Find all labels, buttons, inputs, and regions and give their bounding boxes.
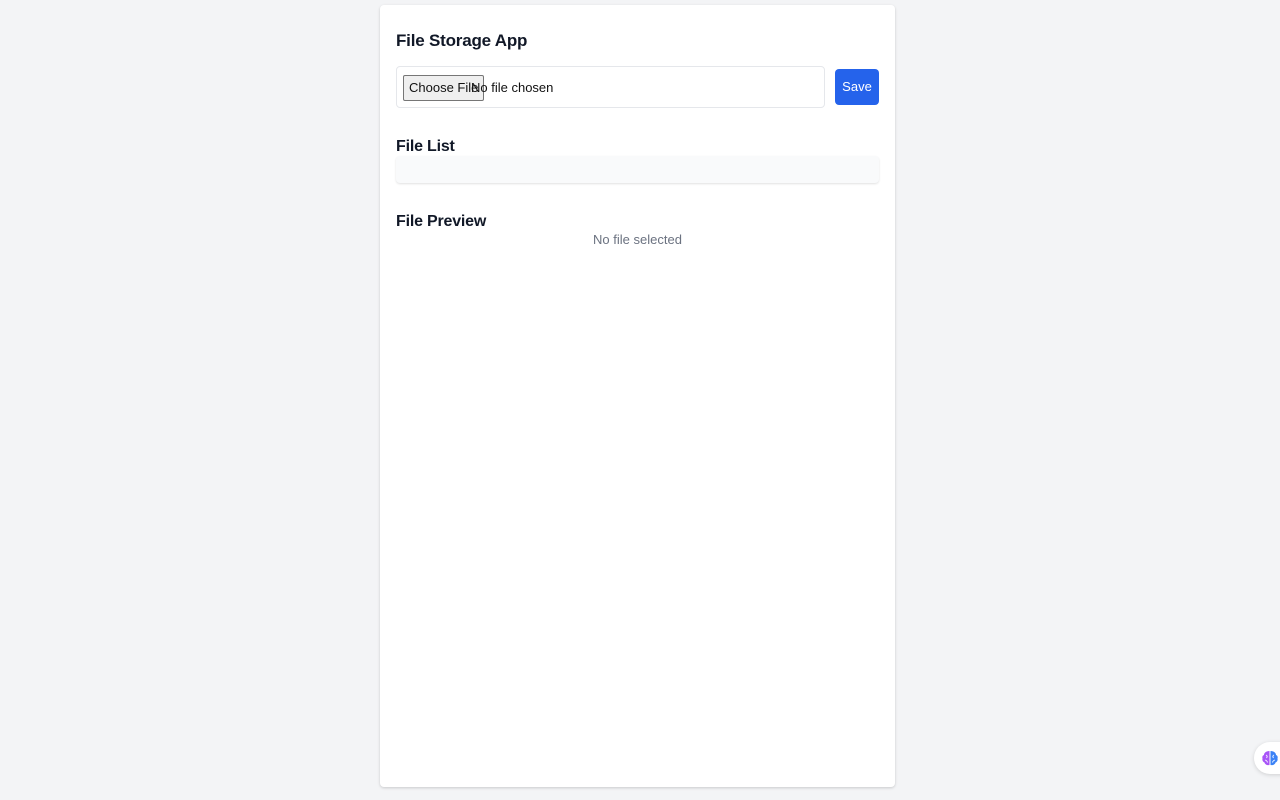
save-button[interactable]: Save [835,69,879,105]
file-status-text: No file chosen [471,80,554,95]
upload-row: Choose File No file chosen Save [396,66,879,108]
brain-icon [1262,751,1278,766]
app-title: File Storage App [396,31,528,50]
app-card: File Storage App Choose File No file cho… [380,5,895,787]
file-list [396,156,879,183]
preview-empty-text: No file selected [593,232,682,247]
file-preview-heading: File Preview [396,213,487,230]
file-input[interactable]: Choose File No file chosen [396,66,825,108]
file-list-heading: File List [396,138,455,155]
floating-assistant-button[interactable] [1254,742,1280,774]
